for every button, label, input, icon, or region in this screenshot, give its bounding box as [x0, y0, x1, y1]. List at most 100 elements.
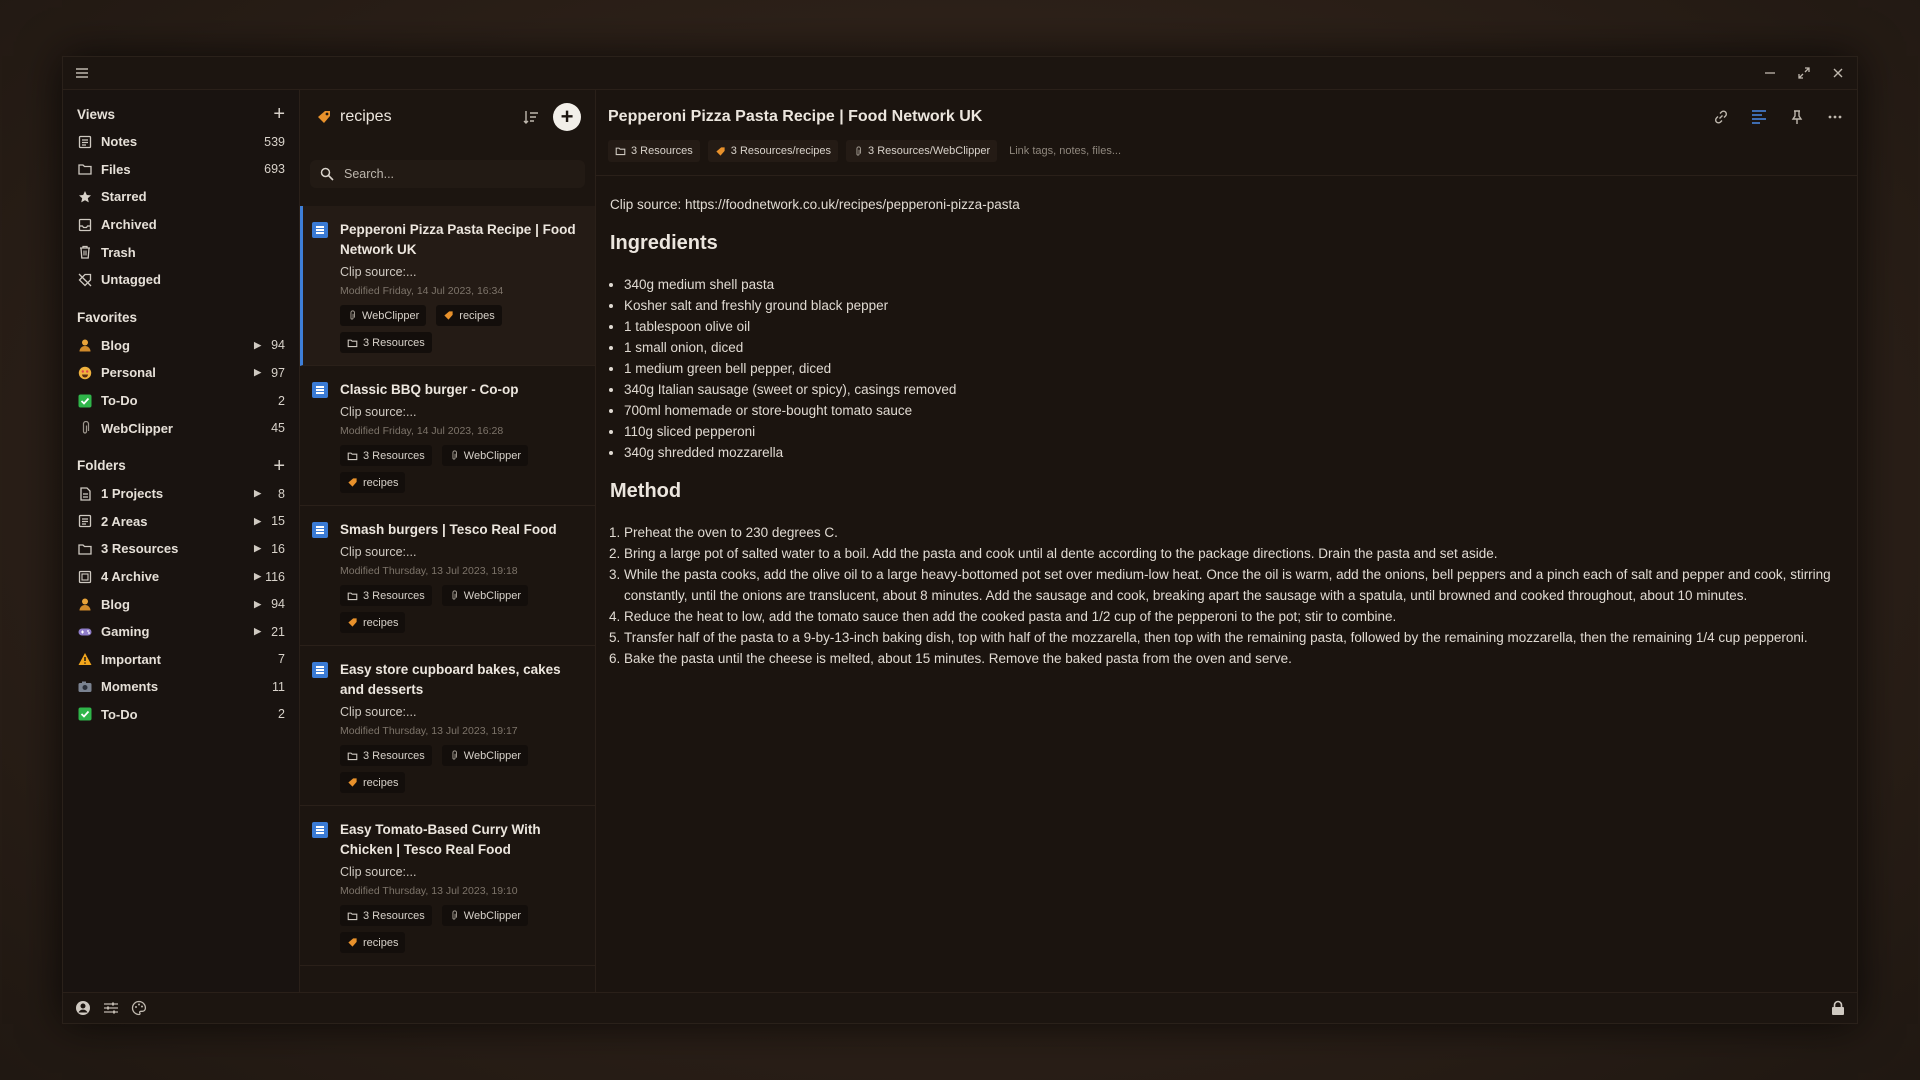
- folder-item-label: To-Do: [101, 706, 138, 722]
- outline-icon[interactable]: [1751, 109, 1767, 125]
- more-options-icon[interactable]: [1827, 109, 1843, 125]
- favorite-item-personal[interactable]: Personal ▶ 97: [77, 359, 285, 387]
- tag-chip[interactable]: 3 Resources: [340, 332, 432, 353]
- note-title[interactable]: Pepperoni Pizza Pasta Recipe | Food Netw…: [608, 108, 982, 126]
- tag-chip[interactable]: WebClipper: [441, 905, 529, 926]
- folder-item-important[interactable]: Important 7: [77, 646, 285, 674]
- tag-chip[interactable]: 3 Resources: [340, 445, 432, 466]
- favorite-item-label: To-Do: [101, 393, 138, 409]
- folder-item-count: 15: [271, 514, 285, 529]
- view-item-starred[interactable]: Starred: [77, 183, 285, 211]
- recipes-tag-icon: [316, 109, 332, 125]
- add-folder-button[interactable]: +: [273, 456, 285, 476]
- tag-icon: [347, 777, 358, 788]
- view-item-trash[interactable]: Trash: [77, 238, 285, 266]
- tag-chip[interactable]: WebClipper: [441, 745, 529, 766]
- tag-chip[interactable]: recipes: [340, 932, 406, 953]
- new-note-button[interactable]: +: [553, 103, 581, 131]
- folder-item-to-do[interactable]: To-Do 2: [77, 701, 285, 729]
- sort-icon[interactable]: [523, 109, 539, 125]
- expand-arrow-icon[interactable]: ▶: [254, 340, 261, 351]
- note-list-item[interactable]: Easy Tomato-Based Curry With Chicken | T…: [300, 806, 595, 966]
- tag-chip[interactable]: WebClipper: [441, 585, 529, 606]
- note-tag-chip[interactable]: 3 Resources/recipes: [707, 140, 839, 162]
- sidebar: Views + Notes 539 Files 693 Starred Archived T…: [63, 90, 300, 992]
- note-item-snippet: Clip source:...: [340, 265, 417, 279]
- tag-icon: [443, 310, 454, 321]
- folder-icon: [615, 146, 626, 156]
- tag-chip[interactable]: WebClipper: [340, 305, 427, 326]
- link-icon[interactable]: [1713, 109, 1729, 125]
- note-doc-icon: [312, 822, 328, 838]
- folder-item-gaming[interactable]: Gaming ▶ 21: [77, 618, 285, 646]
- note-list-item[interactable]: Pepperoni Pizza Pasta Recipe | Food Netw…: [300, 206, 595, 366]
- link-tags-input[interactable]: Link tags, notes, files...: [1009, 145, 1121, 157]
- folder-item-count: 21: [271, 624, 285, 639]
- lock-icon[interactable]: [1831, 1000, 1845, 1016]
- expand-arrow-icon[interactable]: ▶: [254, 571, 261, 582]
- note-list-item[interactable]: Classic BBQ burger - Co-op Clip source:..…: [300, 366, 595, 506]
- expand-arrow-icon[interactable]: ▶: [254, 599, 261, 610]
- favorite-item-label: Blog: [101, 337, 130, 353]
- expand-arrow-icon[interactable]: ▶: [254, 516, 261, 527]
- minimize-icon[interactable]: [1761, 64, 1779, 82]
- tag-label: 3 Resources: [363, 909, 425, 922]
- expand-arrow-icon[interactable]: ▶: [254, 543, 261, 554]
- note-item-snippet: Clip source:...: [340, 705, 417, 719]
- folder-item-moments[interactable]: Moments 11: [77, 673, 285, 701]
- view-item-files[interactable]: Files 693: [77, 156, 285, 184]
- expand-arrow-icon[interactable]: ▶: [254, 367, 261, 378]
- search-input[interactable]: Search...: [310, 160, 585, 188]
- expand-arrow-icon[interactable]: ▶: [254, 488, 261, 499]
- gamepad-emoji-icon: [77, 624, 93, 640]
- favorite-item-blog[interactable]: Blog ▶ 94: [77, 332, 285, 360]
- tag-chip[interactable]: WebClipper: [441, 445, 529, 466]
- tag-label: recipes: [363, 776, 399, 789]
- maximize-icon[interactable]: [1795, 64, 1813, 82]
- view-item-label: Trash: [101, 244, 136, 260]
- view-item-untagged[interactable]: Untagged: [77, 266, 285, 294]
- untagged-icon: [77, 272, 93, 288]
- view-item-label: Archived: [101, 217, 157, 233]
- search-placeholder: Search...: [344, 167, 395, 181]
- note-tag-chip[interactable]: 3 Resources/WebClipper: [846, 140, 998, 162]
- hamburger-menu-icon[interactable]: [73, 64, 91, 82]
- tag-chip[interactable]: recipes: [436, 305, 502, 326]
- folder-item-3-resources[interactable]: 3 Resources ▶ 16: [77, 535, 285, 563]
- folder-icon: [77, 161, 93, 177]
- note-tag-chip[interactable]: 3 Resources: [608, 140, 700, 162]
- favorite-item-to-do[interactable]: To-Do 2: [77, 387, 285, 415]
- view-item-label: Starred: [101, 189, 147, 205]
- view-item-notes[interactable]: Notes 539: [77, 128, 285, 156]
- tag-chip[interactable]: 3 Resources: [340, 585, 432, 606]
- settings-sliders-icon[interactable]: [103, 1000, 119, 1016]
- view-item-archived[interactable]: Archived: [77, 211, 285, 239]
- note-list-item[interactable]: Smash burgers | Tesco Real Food Clip sour…: [300, 506, 595, 646]
- theme-palette-icon[interactable]: [131, 1000, 147, 1016]
- folder-item-1-projects[interactable]: 1 Projects ▶ 8: [77, 480, 285, 508]
- tag-chip[interactable]: recipes: [340, 472, 406, 493]
- note-doc-icon: [312, 222, 328, 238]
- account-icon[interactable]: [75, 1000, 91, 1016]
- search-icon: [320, 167, 334, 181]
- tag-chip[interactable]: recipes: [340, 612, 406, 633]
- tag-label: 3 Resources: [363, 336, 425, 349]
- pin-icon[interactable]: [1789, 109, 1805, 125]
- paperclip-icon: [853, 145, 863, 157]
- folder-item-2-areas[interactable]: 2 Areas ▶ 15: [77, 508, 285, 536]
- tag-chip[interactable]: 3 Resources: [340, 745, 432, 766]
- expand-arrow-icon[interactable]: ▶: [254, 626, 261, 637]
- note-list-item[interactable]: Easy store cupboard bakes, cakes and des…: [300, 646, 595, 806]
- ingredient-item: 340g shredded mozzarella: [624, 442, 1843, 463]
- favorite-item-webclipper[interactable]: WebClipper 45: [77, 414, 285, 442]
- folder-item-blog[interactable]: Blog ▶ 94: [77, 590, 285, 618]
- close-icon[interactable]: [1829, 64, 1847, 82]
- note-item-tags: 3 Resources WebClipper recipes: [340, 905, 583, 953]
- ingredients-list: 340g medium shell pastaKosher salt and f…: [624, 274, 1843, 463]
- folder-item-4-archive[interactable]: 4 Archive ▶ 116: [77, 563, 285, 591]
- note-body[interactable]: Clip source: https://foodnetwork.co.uk/r…: [596, 176, 1857, 687]
- add-view-button[interactable]: +: [273, 104, 285, 124]
- note-list-title: recipes: [340, 108, 392, 125]
- tag-chip[interactable]: 3 Resources: [340, 905, 432, 926]
- tag-chip[interactable]: recipes: [340, 772, 406, 793]
